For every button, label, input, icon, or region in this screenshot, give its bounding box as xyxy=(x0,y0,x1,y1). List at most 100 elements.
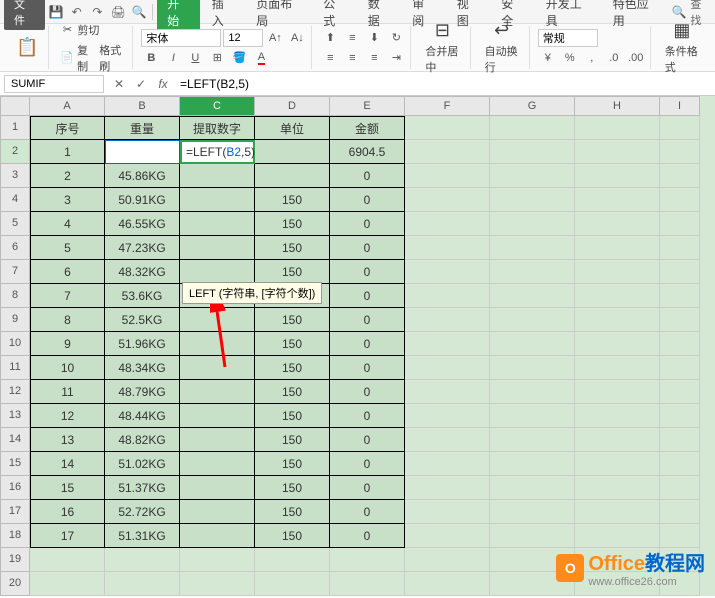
col-header-A[interactable]: A xyxy=(30,96,105,116)
decrease-decimal-icon[interactable]: .00 xyxy=(626,49,646,67)
cell[interactable]: 2 xyxy=(30,164,105,188)
cell[interactable] xyxy=(575,116,660,140)
cell[interactable] xyxy=(490,212,575,236)
cell[interactable] xyxy=(575,428,660,452)
cell[interactable]: 51.02KG xyxy=(105,452,180,476)
cell[interactable] xyxy=(575,524,660,548)
cell[interactable]: 0 xyxy=(330,524,405,548)
conditional-format-button[interactable]: ▦条件格式 xyxy=(659,18,705,77)
cell[interactable] xyxy=(180,428,255,452)
cell[interactable] xyxy=(405,140,490,164)
align-top-icon[interactable]: ⬆ xyxy=(320,29,340,47)
cell[interactable]: 51.31KG xyxy=(105,524,180,548)
font-size-select[interactable] xyxy=(223,29,263,47)
bold-button[interactable]: B xyxy=(141,49,161,67)
cell[interactable] xyxy=(405,116,490,140)
cell[interactable] xyxy=(180,572,255,596)
font-name-select[interactable] xyxy=(141,29,221,47)
row-header[interactable]: 19 xyxy=(0,548,30,572)
cell[interactable] xyxy=(180,188,255,212)
cell[interactable] xyxy=(180,404,255,428)
row-header[interactable]: 17 xyxy=(0,500,30,524)
cell[interactable]: 单位 xyxy=(255,116,330,140)
cell[interactable]: 16 xyxy=(30,500,105,524)
cell[interactable]: 48.32KG xyxy=(105,260,180,284)
row-header[interactable]: 14 xyxy=(0,428,30,452)
cell[interactable]: 150 xyxy=(255,236,330,260)
cell[interactable] xyxy=(405,236,490,260)
cell[interactable] xyxy=(490,116,575,140)
cell[interactable]: 0 xyxy=(330,212,405,236)
cell[interactable] xyxy=(30,548,105,572)
cell[interactable] xyxy=(575,332,660,356)
cell[interactable]: 0 xyxy=(330,356,405,380)
cell[interactable]: 17 xyxy=(30,524,105,548)
col-header-E[interactable]: E xyxy=(330,96,405,116)
cell[interactable] xyxy=(575,140,660,164)
cell[interactable] xyxy=(490,236,575,260)
cell[interactable] xyxy=(180,308,255,332)
col-header-C[interactable]: C xyxy=(180,96,255,116)
col-header-B[interactable]: B xyxy=(105,96,180,116)
spreadsheet-grid[interactable]: A B C D E F G H I 1 序号 重量 提取数字 单位 金额 2 1… xyxy=(0,96,715,596)
cell[interactable] xyxy=(660,476,700,500)
row-header[interactable]: 13 xyxy=(0,404,30,428)
cell[interactable] xyxy=(405,428,490,452)
cell[interactable]: 150 xyxy=(255,404,330,428)
cell[interactable]: 0 xyxy=(330,188,405,212)
undo-icon[interactable]: ↶ xyxy=(67,2,86,22)
format-painter-button[interactable]: 格式刷 xyxy=(96,41,128,75)
cell[interactable]: 150 xyxy=(255,380,330,404)
preview-icon[interactable]: 🔍 xyxy=(130,2,149,22)
cell[interactable] xyxy=(575,404,660,428)
cell[interactable] xyxy=(405,260,490,284)
align-bottom-icon[interactable]: ⬇ xyxy=(364,29,384,47)
cell[interactable]: 48.82KG xyxy=(105,428,180,452)
cell[interactable]: 12 xyxy=(30,404,105,428)
cell[interactable]: 52.5KG xyxy=(105,308,180,332)
cell[interactable]: 150 xyxy=(255,356,330,380)
cell[interactable] xyxy=(105,140,180,164)
cell[interactable] xyxy=(575,164,660,188)
cell[interactable] xyxy=(490,476,575,500)
cell[interactable] xyxy=(405,308,490,332)
cell[interactable]: 0 xyxy=(330,308,405,332)
cell[interactable]: 48.44KG xyxy=(105,404,180,428)
cell[interactable] xyxy=(660,164,700,188)
redo-icon[interactable]: ↷ xyxy=(88,2,107,22)
auto-wrap-button[interactable]: ↩自动换行 xyxy=(479,18,525,77)
cell[interactable]: 45.86KG xyxy=(105,164,180,188)
cell[interactable]: 6 xyxy=(30,260,105,284)
cell[interactable] xyxy=(405,188,490,212)
cell[interactable]: 0 xyxy=(330,452,405,476)
cell[interactable]: 46.55KG xyxy=(105,212,180,236)
cell[interactable]: 14 xyxy=(30,452,105,476)
row-header[interactable]: 11 xyxy=(0,356,30,380)
cell[interactable]: 150 xyxy=(255,428,330,452)
increase-decimal-icon[interactable]: .0 xyxy=(604,49,624,67)
cell[interactable]: 9 xyxy=(30,332,105,356)
cell[interactable]: 48.79KG xyxy=(105,380,180,404)
cell[interactable] xyxy=(405,572,490,596)
cell[interactable]: 150 xyxy=(255,476,330,500)
row-header[interactable]: 10 xyxy=(0,332,30,356)
row-header[interactable]: 9 xyxy=(0,308,30,332)
cell[interactable] xyxy=(105,572,180,596)
cell[interactable] xyxy=(575,500,660,524)
cell[interactable] xyxy=(405,380,490,404)
fx-icon[interactable]: fx xyxy=(152,74,174,94)
cell[interactable] xyxy=(490,332,575,356)
cell[interactable] xyxy=(180,332,255,356)
cell[interactable] xyxy=(30,572,105,596)
cell[interactable] xyxy=(490,380,575,404)
cell[interactable] xyxy=(660,260,700,284)
row-header[interactable]: 12 xyxy=(0,380,30,404)
col-header-H[interactable]: H xyxy=(575,96,660,116)
align-right-icon[interactable]: ≡ xyxy=(364,49,384,67)
cell[interactable] xyxy=(575,260,660,284)
cell[interactable] xyxy=(180,500,255,524)
cell[interactable] xyxy=(180,164,255,188)
row-header[interactable]: 6 xyxy=(0,236,30,260)
cell[interactable] xyxy=(405,404,490,428)
cell[interactable]: 150 xyxy=(255,308,330,332)
